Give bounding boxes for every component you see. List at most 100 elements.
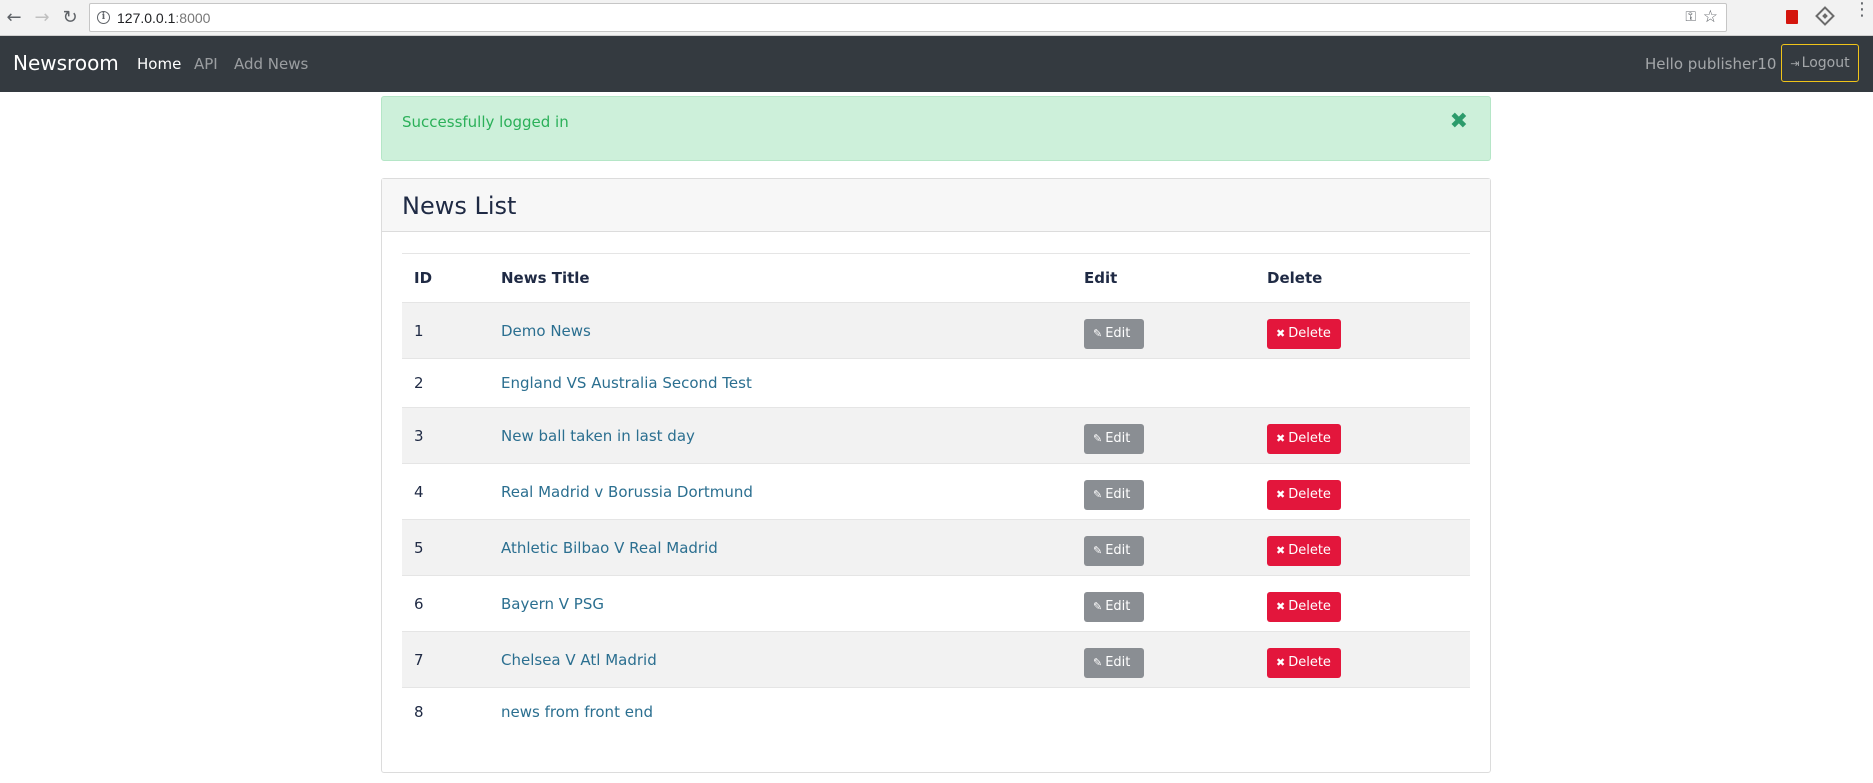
edit-label: Edit <box>1105 654 1131 670</box>
edit-label: Edit <box>1105 325 1131 341</box>
news-id: 4 <box>402 463 489 520</box>
logout-label: Logout <box>1801 55 1850 71</box>
delete-button[interactable]: ✖ Delete <box>1267 479 1341 510</box>
edit-button[interactable]: ✎ Edit <box>1084 591 1144 622</box>
delete-icon: ✖ <box>1276 431 1286 445</box>
edit-cell: ✎ Edit <box>1072 463 1255 520</box>
browser-toolbar: ← → ↻ i 127.0.0.1:8000 ⚿ ☆ ⋮ <box>0 0 1873 36</box>
edit-cell <box>1072 358 1255 408</box>
news-id: 7 <box>402 631 489 688</box>
table-row: 1 Demo News ✎ Edit ✖ Delete <box>402 302 1470 359</box>
delete-label: Delete <box>1288 430 1331 446</box>
delete-button[interactable]: ✖ Delete <box>1267 535 1341 566</box>
edit-label: Edit <box>1105 542 1131 558</box>
table-header-row: ID News Title Edit Delete <box>402 253 1470 303</box>
news-id: 3 <box>402 407 489 464</box>
delete-cell <box>1255 358 1470 408</box>
url-host: 127.0.0.1 <box>117 10 176 26</box>
edit-cell: ✎ Edit <box>1072 519 1255 576</box>
edit-icon: ✎ <box>1093 487 1103 501</box>
key-icon[interactable]: ⚿ <box>1685 9 1696 25</box>
column-header-id: ID <box>414 269 433 287</box>
delete-button[interactable]: ✖ Delete <box>1267 318 1341 349</box>
news-title-link[interactable]: Bayern V PSG <box>501 595 604 613</box>
news-id: 5 <box>402 519 489 576</box>
news-table: ID News Title Edit Delete 1 Demo News ✎ Edi… <box>402 253 1470 737</box>
brand-logo[interactable]: Newsroom <box>13 51 119 75</box>
edit-icon: ✎ <box>1093 431 1103 445</box>
news-title-link[interactable]: England VS Australia Second Test <box>501 374 752 392</box>
delete-button[interactable]: ✖ Delete <box>1267 591 1341 622</box>
news-title-link[interactable]: Chelsea V Atl Madrid <box>501 651 657 669</box>
table-row: 5 Athletic Bilbao V Real Madrid ✎ Edit ✖ Dele… <box>402 519 1470 576</box>
news-id: 1 <box>402 302 489 359</box>
news-title-link[interactable]: Real Madrid v Borussia Dortmund <box>501 483 753 501</box>
news-title-cell: Real Madrid v Borussia Dortmund <box>489 463 1072 520</box>
browser-menu-icon[interactable]: ⋮ <box>1853 1 1871 19</box>
delete-label: Delete <box>1288 654 1331 670</box>
edit-label: Edit <box>1105 430 1131 446</box>
delete-icon: ✖ <box>1276 543 1286 557</box>
news-id: 8 <box>402 687 489 737</box>
news-title-link[interactable]: Athletic Bilbao V Real Madrid <box>501 539 718 557</box>
edit-label: Edit <box>1105 598 1131 614</box>
user-greeting: Hello publisher10 <box>1645 55 1777 73</box>
column-header-edit: Edit <box>1084 269 1118 287</box>
edit-cell <box>1072 687 1255 737</box>
edit-cell: ✎ Edit <box>1072 575 1255 632</box>
column-header-delete: Delete <box>1267 269 1323 287</box>
edit-button[interactable]: ✎ Edit <box>1084 479 1144 510</box>
close-icon[interactable]: ✖ <box>1450 111 1468 133</box>
delete-button[interactable]: ✖ Delete <box>1267 647 1341 678</box>
edit-button[interactable]: ✎ Edit <box>1084 318 1144 349</box>
edit-button[interactable]: ✎ Edit <box>1084 535 1144 566</box>
extension-red-icon[interactable] <box>1786 10 1798 24</box>
edit-icon: ✎ <box>1093 326 1103 340</box>
delete-label: Delete <box>1288 325 1331 341</box>
logout-button[interactable]: ⇥ Logout <box>1781 44 1859 82</box>
delete-icon: ✖ <box>1276 487 1286 501</box>
delete-button[interactable]: ✖ Delete <box>1267 423 1341 454</box>
table-row: 2 England VS Australia Second Test <box>402 358 1470 408</box>
url-text[interactable]: 127.0.0.1:8000 <box>117 10 210 26</box>
nav-add-news[interactable]: Add News <box>234 55 308 73</box>
delete-icon: ✖ <box>1276 599 1286 613</box>
alert-message: Successfully logged in <box>402 113 569 131</box>
column-header-title: News Title <box>501 269 590 287</box>
edit-cell: ✎ Edit <box>1072 631 1255 688</box>
news-title-cell: Demo News <box>489 302 1072 359</box>
navbar: Newsroom Home API Add News Hello publish… <box>0 36 1873 92</box>
bookmark-star-icon[interactable]: ☆ <box>1703 7 1718 27</box>
back-arrow-icon[interactable]: ← <box>2 6 26 30</box>
delete-label: Delete <box>1288 542 1331 558</box>
address-bar[interactable]: i 127.0.0.1:8000 ⚿ ☆ <box>89 3 1727 32</box>
edit-cell: ✎ Edit <box>1072 302 1255 359</box>
url-port: :8000 <box>175 10 211 26</box>
edit-icon: ✎ <box>1093 655 1103 669</box>
nav-home[interactable]: Home <box>137 55 181 73</box>
info-icon[interactable]: i <box>97 11 110 24</box>
edit-button[interactable]: ✎ Edit <box>1084 423 1144 454</box>
delete-cell <box>1255 687 1470 737</box>
table-row: 3 New ball taken in last day ✎ Edit ✖ Delete <box>402 407 1470 464</box>
edit-label: Edit <box>1105 486 1131 502</box>
edit-icon: ✎ <box>1093 543 1103 557</box>
table-row: 6 Bayern V PSG ✎ Edit ✖ Delete <box>402 575 1470 632</box>
delete-label: Delete <box>1288 486 1331 502</box>
forward-arrow-icon[interactable]: → <box>30 6 54 30</box>
news-title-cell: Chelsea V Atl Madrid <box>489 631 1072 688</box>
delete-cell: ✖ Delete <box>1255 519 1470 576</box>
news-title-link[interactable]: New ball taken in last day <box>501 427 695 445</box>
news-title-cell: news from front end <box>489 687 1072 737</box>
nav-api[interactable]: API <box>194 55 218 73</box>
edit-button[interactable]: ✎ Edit <box>1084 647 1144 678</box>
news-title-link[interactable]: Demo News <box>501 322 591 340</box>
card-title: News List <box>402 192 517 220</box>
delete-cell: ✖ Delete <box>1255 407 1470 464</box>
news-id: 6 <box>402 575 489 632</box>
reload-icon[interactable]: ↻ <box>58 6 82 30</box>
news-title-cell: New ball taken in last day <box>489 407 1072 464</box>
news-title-link[interactable]: news from front end <box>501 703 653 721</box>
extension-diamond-icon[interactable] <box>1815 6 1835 26</box>
delete-icon: ✖ <box>1276 326 1286 340</box>
